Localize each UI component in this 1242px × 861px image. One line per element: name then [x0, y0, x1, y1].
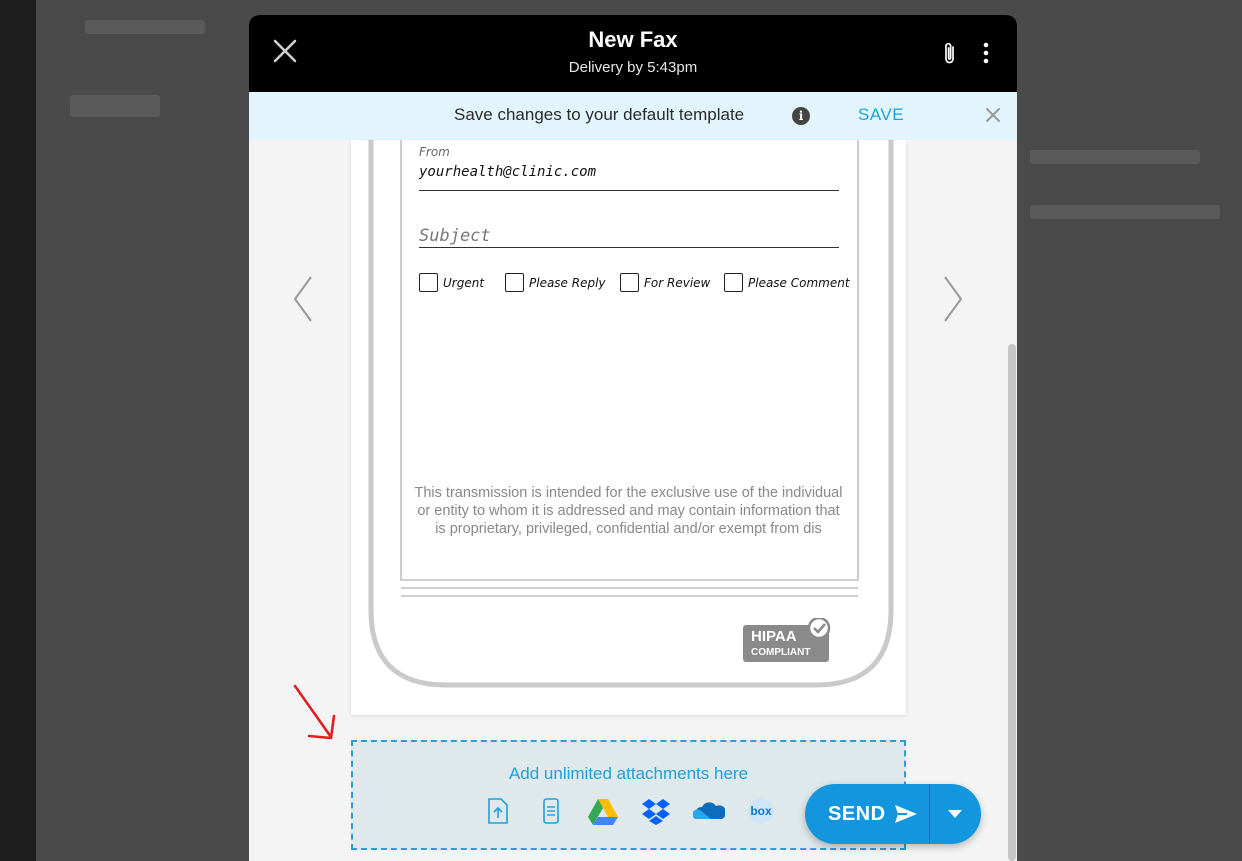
background-sidebar: [0, 0, 36, 861]
close-banner-icon[interactable]: [984, 106, 1002, 124]
onedrive-icon[interactable]: [693, 797, 725, 825]
send-arrow-icon: [895, 805, 917, 823]
dropbox-icon[interactable]: [642, 797, 670, 825]
checkbox-box[interactable]: [620, 273, 639, 292]
please-reply-checkbox[interactable]: Please Reply: [505, 273, 606, 292]
hipaa-badge-subtitle: COMPLIANT: [751, 647, 811, 658]
cover-page-preview: From yourhealth@clinic.com Subject Urgen…: [351, 140, 906, 715]
next-page-arrow-icon[interactable]: [939, 273, 967, 325]
red-pointer-arrow-icon: [293, 684, 336, 740]
please-comment-checkbox[interactable]: Please Comment: [724, 273, 850, 292]
upload-icon[interactable]: [484, 797, 512, 825]
previous-page-arrow-icon[interactable]: [289, 273, 317, 325]
disclaimer-text: This transmission is intended for the ex…: [414, 485, 843, 537]
modal-header: New Fax Delivery by 5:43pm: [249, 15, 1017, 92]
send-label: SEND: [828, 803, 886, 825]
subject-field[interactable]: Subject: [419, 226, 491, 246]
background-block: [1030, 150, 1200, 164]
scan-icon[interactable]: [537, 797, 565, 825]
scrollbar[interactable]: [1008, 344, 1016, 861]
more-options-icon[interactable]: [977, 41, 995, 67]
hipaa-badge-title: HIPAA: [751, 628, 797, 645]
background-block: [1030, 205, 1220, 219]
banner-text: Save changes to your default template: [454, 105, 745, 124]
chevron-down-icon: [948, 810, 962, 818]
drop-zone-text: Add unlimited attachments here: [508, 764, 749, 783]
from-label: From: [419, 145, 450, 159]
info-icon[interactable]: i: [792, 107, 810, 125]
new-fax-modal: New Fax Delivery by 5:43pm Save changes …: [249, 15, 1017, 861]
checkbox-label: Urgent: [443, 275, 485, 290]
box-logo-text: box: [750, 804, 772, 818]
urgent-checkbox[interactable]: Urgent: [419, 273, 484, 292]
from-field[interactable]: yourhealth@clinic.com: [419, 164, 596, 180]
checkbox-box[interactable]: [505, 273, 524, 292]
background-block: [70, 95, 160, 117]
save-template-button[interactable]: SAVE: [858, 105, 904, 125]
from-underline: [419, 190, 839, 191]
delivery-time: Delivery by 5:43pm: [568, 59, 698, 76]
checkbox-label: Please Comment: [748, 275, 850, 290]
subject-underline: [419, 247, 839, 248]
google-drive-icon[interactable]: [587, 797, 619, 825]
checkbox-box[interactable]: [419, 273, 438, 292]
background-block: [85, 20, 205, 34]
checkbox-label: Please Reply: [529, 275, 606, 290]
box-icon[interactable]: box: [745, 797, 777, 825]
modal-title: New Fax: [588, 27, 678, 52]
template-banner: Save changes to your default template i …: [249, 92, 1017, 140]
send-button[interactable]: SEND: [805, 784, 929, 844]
paperclip-icon[interactable]: [939, 41, 961, 67]
checkbox-box[interactable]: [724, 273, 743, 292]
for-review-checkbox[interactable]: For Review: [620, 273, 710, 292]
hipaa-badge: HIPAA COMPLIANT: [743, 616, 835, 662]
send-button-group: SEND: [805, 784, 981, 844]
checkbox-label: For Review: [644, 275, 711, 290]
